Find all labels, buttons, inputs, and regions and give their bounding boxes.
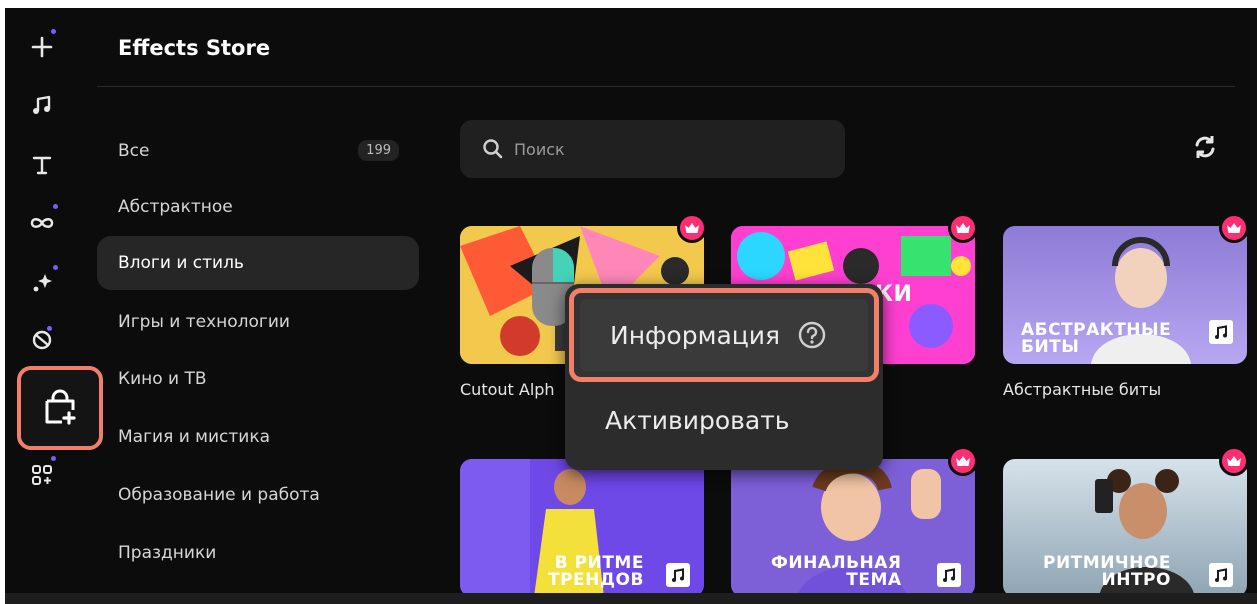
category-label: Игры и технологии — [118, 312, 290, 332]
category-games-tech[interactable]: Игры и технологии — [97, 295, 419, 349]
new-dot-icon — [51, 29, 56, 34]
new-dot-icon — [53, 204, 58, 209]
card-context-menu: Информация Активировать — [565, 284, 883, 470]
effects-button[interactable] — [25, 265, 59, 300]
new-dot-icon — [51, 456, 56, 461]
category-vlogs-style[interactable]: Влоги и стиль — [97, 236, 419, 290]
category-label: Влоги и стиль — [118, 253, 244, 273]
music-button[interactable] — [25, 88, 59, 122]
category-label: Магия и мистика — [118, 427, 271, 447]
add-icon — [31, 36, 53, 58]
effects-store-icon — [45, 389, 76, 425]
category-all[interactable]: Все 199 — [97, 124, 419, 178]
search-placeholder: Поиск — [514, 139, 565, 159]
effects-store-window: Effects Store Все 199 Абстрактное Влоги … — [5, 8, 1257, 604]
refresh-button[interactable] — [1190, 132, 1220, 162]
text-button[interactable] — [25, 148, 59, 182]
card-overlay-title: В РИТМЕ ТРЕНДОВ — [548, 553, 644, 590]
effect-card-final-theme[interactable]: ФИНАЛЬНАЯ ТЕМА — [731, 459, 975, 597]
category-abstract[interactable]: Абстрактное — [97, 180, 419, 234]
new-dot-icon — [53, 265, 58, 270]
category-label: Образование и работа — [118, 485, 320, 505]
music-note-icon — [1209, 320, 1233, 344]
category-film-tv[interactable]: Кино и ТВ — [97, 352, 419, 406]
category-label: Все — [118, 141, 150, 161]
search-icon — [483, 139, 503, 159]
search-input[interactable]: Поиск — [460, 120, 845, 178]
effects-store-button[interactable] — [17, 366, 103, 450]
more-apps-button[interactable] — [25, 456, 59, 492]
card-caption: Cutout Alph — [460, 380, 555, 399]
premium-crown-icon — [1219, 213, 1249, 243]
category-holidays[interactable]: Праздники — [97, 526, 419, 580]
effect-card-abstract-beats[interactable]: АБСТРАКТНЫЕ БИТЫ — [1003, 226, 1247, 364]
premium-crown-icon — [677, 213, 707, 243]
music-note-icon — [666, 563, 690, 587]
category-label: Кино и ТВ — [118, 369, 207, 389]
bottom-strip — [5, 593, 1257, 604]
effects-icon — [33, 274, 52, 292]
stickers-button[interactable] — [25, 324, 59, 352]
page-title: Effects Store — [118, 36, 271, 60]
card-overlay-title: АБСТРАКТНЫЕ БИТЫ — [1021, 320, 1172, 357]
transitions-button[interactable] — [25, 204, 59, 240]
menu-item-activate[interactable]: Активировать — [605, 406, 790, 435]
transitions-icon — [30, 218, 54, 228]
music-icon — [33, 95, 51, 114]
refresh-icon — [1195, 136, 1215, 158]
tool-rail — [5, 8, 103, 604]
menu-item-information[interactable]: Информация — [569, 288, 879, 382]
category-count-badge: 199 — [358, 140, 399, 161]
menu-item-label: Информация — [610, 320, 781, 350]
music-note-icon — [1209, 563, 1233, 587]
text-icon — [32, 156, 52, 175]
premium-crown-icon — [1219, 446, 1249, 476]
add-button[interactable] — [25, 29, 59, 64]
category-education-work[interactable]: Образование и работа — [97, 468, 419, 522]
more-apps-icon — [32, 465, 52, 485]
category-label: Праздники — [118, 543, 217, 563]
card-overlay-title: ФИНАЛЬНАЯ ТЕМА — [771, 553, 902, 590]
new-dot-icon — [47, 326, 52, 331]
premium-crown-icon — [948, 213, 978, 243]
music-note-icon — [937, 563, 961, 587]
card-overlay-title: РИТМИЧНОЕ ИНТРО — [1043, 553, 1171, 590]
effect-card-trend-rhythm[interactable]: В РИТМЕ ТРЕНДОВ — [460, 459, 704, 597]
premium-crown-icon — [948, 446, 978, 476]
header-divider — [97, 86, 1235, 87]
effect-card-rhythmic-intro[interactable]: РИТМИЧНОЕ ИНТРО — [1003, 459, 1247, 597]
category-label: Абстрактное — [118, 197, 233, 217]
category-magic[interactable]: Магия и мистика — [97, 410, 419, 464]
card-caption: Абстрактные биты — [1003, 380, 1162, 399]
help-icon — [798, 321, 826, 349]
